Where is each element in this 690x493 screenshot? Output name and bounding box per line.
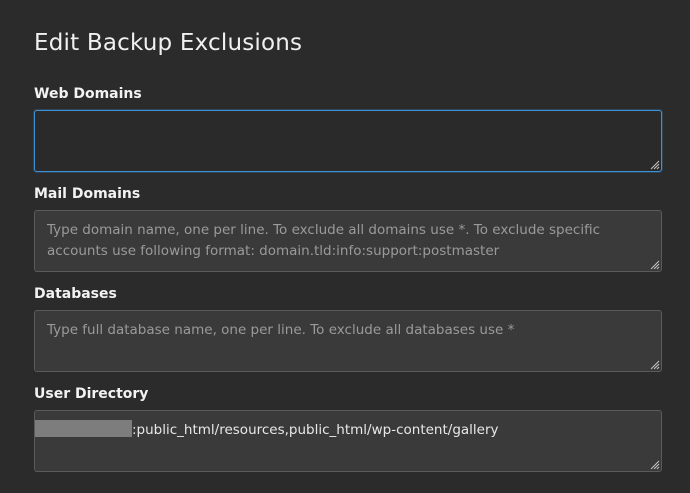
databases-label: Databases xyxy=(34,286,117,302)
web-domains-label: Web Domains xyxy=(34,86,142,102)
user-directory-textarea[interactable]: :public_html/resources,public_html/wp-co… xyxy=(34,410,662,472)
redacted-block xyxy=(35,420,132,437)
mail-domains-label: Mail Domains xyxy=(34,186,141,202)
resize-grip-icon[interactable] xyxy=(648,458,660,470)
resize-grip-icon[interactable] xyxy=(648,258,660,270)
page-title: Edit Backup Exclusions xyxy=(34,30,303,56)
resize-grip-icon[interactable] xyxy=(648,358,660,370)
resize-grip-icon[interactable] xyxy=(648,158,660,170)
user-directory-value: :public_html/resources,public_html/wp-co… xyxy=(132,422,499,438)
user-directory-label: User Directory xyxy=(34,386,149,402)
mail-domains-placeholder: Type domain name, one per line. To exclu… xyxy=(47,222,601,259)
databases-placeholder: Type full database name, one per line. T… xyxy=(47,322,515,338)
databases-textarea[interactable]: Type full database name, one per line. T… xyxy=(34,310,662,372)
web-domains-textarea[interactable] xyxy=(34,110,662,172)
mail-domains-textarea[interactable]: Type domain name, one per line. To exclu… xyxy=(34,210,662,272)
edit-backup-exclusions-page: Edit Backup Exclusions Web Domains Mail … xyxy=(0,0,690,493)
